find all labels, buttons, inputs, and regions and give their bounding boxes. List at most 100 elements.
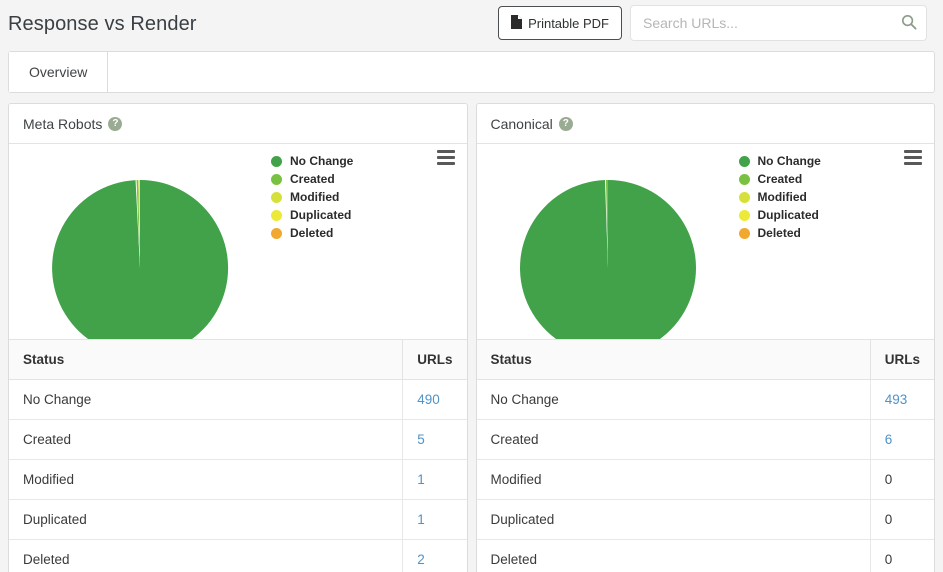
legend-canonical: No Change Created Modified Duplicated De…: [739, 152, 821, 242]
legend-color-dot: [271, 192, 282, 203]
legend-item[interactable]: Deleted: [271, 224, 353, 242]
file-icon: [511, 15, 522, 32]
legend-label: Deleted: [758, 226, 801, 240]
legend-color-dot: [271, 156, 282, 167]
cell-status: Modified: [9, 460, 403, 500]
cell-status: Deleted: [477, 540, 871, 572]
legend-item[interactable]: Duplicated: [271, 206, 353, 224]
legend-color-dot: [271, 174, 282, 185]
printable-pdf-button[interactable]: Printable PDF: [498, 6, 622, 40]
legend-label: Modified: [290, 190, 339, 204]
cell-status: Modified: [477, 460, 871, 500]
cell-status: No Change: [9, 380, 403, 420]
tab-overview-label: Overview: [29, 64, 87, 80]
table-row: No Change 490: [9, 380, 467, 420]
legend-label: Modified: [758, 190, 807, 204]
legend-label: No Change: [290, 154, 353, 168]
legend-item[interactable]: Modified: [739, 188, 821, 206]
legend-color-dot: [739, 156, 750, 167]
top-bar-actions: Printable PDF: [498, 5, 927, 41]
cell-urls: 0: [870, 540, 934, 572]
legend-item[interactable]: No Change: [739, 152, 821, 170]
column-header-urls[interactable]: URLs: [870, 340, 934, 380]
legend-item[interactable]: Created: [271, 170, 353, 188]
chart-canonical: No Change Created Modified Duplicated De…: [477, 144, 935, 339]
legend-label: Deleted: [290, 226, 333, 240]
cell-urls: 493: [870, 380, 934, 420]
urls-link[interactable]: 5: [417, 432, 425, 447]
table-row: Modified 0: [477, 460, 935, 500]
page-title: Response vs Render: [8, 13, 197, 36]
tab-overview[interactable]: Overview: [9, 52, 108, 92]
urls-link[interactable]: 2: [417, 552, 425, 567]
tab-bar: Overview: [8, 51, 935, 93]
legend-item[interactable]: No Change: [271, 152, 353, 170]
printable-pdf-label: Printable PDF: [528, 16, 609, 31]
hamburger-menu-icon[interactable]: [437, 150, 455, 168]
table-row: Deleted 0: [477, 540, 935, 572]
urls-value: 0: [885, 512, 893, 527]
column-header-status[interactable]: Status: [477, 340, 871, 380]
cell-urls: 490: [403, 380, 467, 420]
search-box: [630, 5, 927, 41]
legend-label: No Change: [758, 154, 821, 168]
search-input[interactable]: [630, 5, 927, 41]
table-row: Duplicated 0: [477, 500, 935, 540]
legend-color-dot: [271, 228, 282, 239]
table-row: No Change 493: [477, 380, 935, 420]
pie-chart-meta-robots: [9, 144, 269, 344]
chart-meta-robots: No Change Created Modified Duplicated De…: [9, 144, 467, 339]
cell-status: Deleted: [9, 540, 403, 572]
legend-label: Duplicated: [758, 208, 819, 222]
table-row: Modified 1: [9, 460, 467, 500]
panel-canonical: Canonical ? No Change: [476, 103, 936, 572]
cell-status: Created: [477, 420, 871, 460]
pie-chart-canonical: [477, 144, 737, 344]
cell-urls: 6: [870, 420, 934, 460]
legend-color-dot: [739, 192, 750, 203]
cell-urls: 1: [403, 500, 467, 540]
help-icon[interactable]: ?: [559, 117, 573, 131]
urls-value: 0: [885, 472, 893, 487]
legend-item[interactable]: Deleted: [739, 224, 821, 242]
column-header-urls[interactable]: URLs: [403, 340, 467, 380]
cell-status: Duplicated: [9, 500, 403, 540]
panel-meta-robots: Meta Robots ?: [8, 103, 468, 572]
panel-title-canonical: Canonical: [491, 116, 553, 132]
panels-container: Meta Robots ?: [8, 103, 935, 572]
cell-status: No Change: [477, 380, 871, 420]
table-header-row: Status URLs: [477, 340, 935, 380]
urls-link[interactable]: 493: [885, 392, 908, 407]
legend-color-dot: [271, 210, 282, 221]
legend-label: Created: [290, 172, 335, 186]
cell-status: Created: [9, 420, 403, 460]
legend-color-dot: [739, 228, 750, 239]
help-icon[interactable]: ?: [108, 117, 122, 131]
legend-meta-robots: No Change Created Modified Duplicated De…: [271, 152, 353, 242]
legend-item[interactable]: Modified: [271, 188, 353, 206]
table-row: Deleted 2: [9, 540, 467, 572]
legend-item[interactable]: Duplicated: [739, 206, 821, 224]
column-header-status[interactable]: Status: [9, 340, 403, 380]
panel-header-meta-robots: Meta Robots ?: [9, 104, 467, 144]
table-canonical: Status URLs No Change 493 Created 6 Modi…: [477, 339, 935, 572]
hamburger-menu-icon[interactable]: [904, 150, 922, 168]
table-row: Duplicated 1: [9, 500, 467, 540]
urls-link[interactable]: 490: [417, 392, 440, 407]
legend-item[interactable]: Created: [739, 170, 821, 188]
cell-urls: 0: [870, 460, 934, 500]
table-meta-robots: Status URLs No Change 490 Created 5 Modi…: [9, 339, 467, 572]
legend-color-dot: [739, 174, 750, 185]
table-row: Created 5: [9, 420, 467, 460]
table-row: Created 6: [477, 420, 935, 460]
urls-link[interactable]: 1: [417, 472, 425, 487]
urls-link[interactable]: 1: [417, 512, 425, 527]
top-bar: Response vs Render Printable PDF: [0, 0, 943, 48]
legend-label: Created: [758, 172, 803, 186]
legend-label: Duplicated: [290, 208, 351, 222]
panel-header-canonical: Canonical ?: [477, 104, 935, 144]
urls-value: 0: [885, 552, 893, 567]
urls-link[interactable]: 6: [885, 432, 893, 447]
cell-urls: 2: [403, 540, 467, 572]
legend-color-dot: [739, 210, 750, 221]
